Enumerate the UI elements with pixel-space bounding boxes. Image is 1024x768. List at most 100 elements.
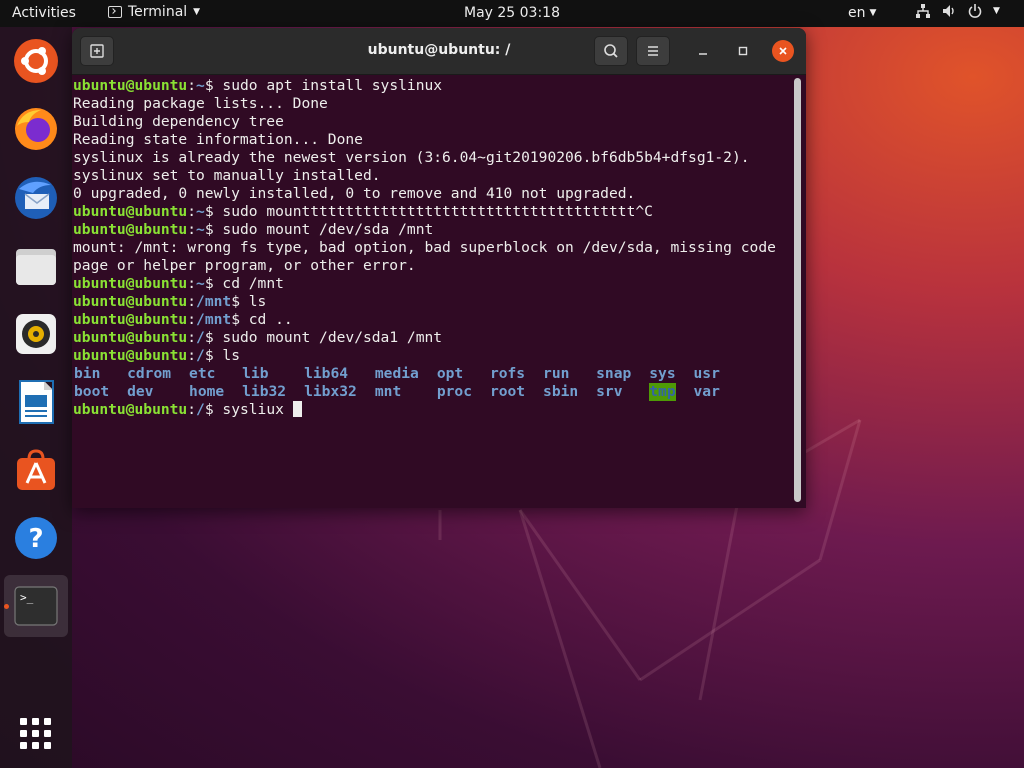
directory-entry: rofs	[489, 365, 526, 382]
dock: ? >_	[0, 27, 72, 768]
directory-entry: libx32	[304, 383, 357, 400]
command-text: ls	[222, 347, 240, 364]
directory-entry: dev	[127, 383, 154, 400]
search-icon	[604, 44, 618, 58]
app-menu-label: Terminal	[128, 4, 188, 20]
prompt-path: /	[196, 347, 205, 364]
dock-thunderbird-icon[interactable]	[12, 174, 60, 222]
app-menu[interactable]: Terminal ▼	[108, 4, 200, 20]
directory-entry: home	[189, 383, 225, 400]
directory-entry: lib32	[242, 383, 287, 400]
command-text: cd /mnt	[222, 275, 284, 292]
terminal-prompt-line: ubuntu@ubuntu:/mnt$ ls	[73, 293, 793, 311]
thunderbird-icon	[15, 177, 57, 219]
terminal-prompt-line: ubuntu@ubuntu:~$ sudo apt install syslin…	[73, 77, 793, 95]
directory-entry: mnt	[374, 383, 402, 400]
document-icon	[19, 380, 54, 424]
command-text: cd ..	[248, 311, 293, 328]
terminal-output-line: mount: /mnt: wrong fs type, bad option, …	[73, 239, 776, 256]
help-icon: ?	[15, 517, 57, 559]
directory-entry: snap	[596, 365, 632, 382]
prompt-separator: :	[187, 203, 197, 220]
activities-button[interactable]: Activities	[12, 5, 76, 21]
maximize-icon	[738, 46, 748, 56]
shopping-bag-icon	[17, 449, 55, 490]
directory-entry: lib	[242, 365, 269, 382]
dock-help-icon[interactable]: ?	[12, 514, 60, 562]
ls-output-row: bin cdrom etc lib lib64 media opt rofs run snap sy…	[73, 365, 793, 383]
terminal-prompt-line: ubuntu@ubuntu:~$ sudo mountttttttttttttt…	[73, 203, 793, 221]
terminal-prompt-line: ubuntu@ubuntu:/$ ls	[73, 347, 793, 365]
prompt-user: ubuntu@ubuntu	[73, 221, 188, 238]
prompt-path: ~	[196, 77, 205, 94]
dock-libreoffice-writer-icon[interactable]	[12, 378, 60, 426]
show-applications-icon[interactable]	[12, 710, 60, 758]
directory-entry: media	[374, 365, 419, 382]
directory-entry: root	[489, 383, 526, 400]
scrollbar[interactable]	[794, 78, 801, 502]
command-text: sudo apt install syslinux	[222, 77, 443, 94]
directory-entry: usr	[693, 365, 720, 382]
language-label: en	[848, 5, 866, 21]
prompt-symbol: $	[204, 77, 223, 94]
prompt-path: /	[196, 329, 205, 346]
search-button[interactable]	[594, 36, 628, 66]
terminal-output-line: syslinux is already the newest version (…	[73, 149, 750, 166]
close-icon	[779, 47, 787, 55]
terminal-prompt-line: ubuntu@ubuntu:/mnt$ cd ..	[73, 311, 793, 329]
directory-entry: srv	[596, 383, 623, 400]
directory-entry: boot	[74, 383, 110, 400]
clock[interactable]: May 25 03:18	[464, 5, 560, 21]
dock-rhythmbox-icon[interactable]	[12, 310, 60, 358]
prompt-separator: :	[187, 293, 197, 310]
language-selector[interactable]: en ▼	[848, 5, 876, 21]
prompt-path: ~	[196, 275, 205, 292]
directory-entry: tmp	[649, 383, 676, 401]
dock-terminal-icon[interactable]: >_	[12, 582, 60, 630]
directory-entry: var	[693, 383, 720, 400]
menu-button[interactable]	[636, 36, 670, 66]
prompt-path: /	[196, 401, 205, 418]
prompt-symbol: $	[204, 329, 223, 346]
svg-text:?: ?	[28, 524, 43, 554]
minimize-button[interactable]	[692, 40, 714, 62]
prompt-symbol: $	[231, 293, 249, 310]
prompt-path: /mnt	[196, 311, 232, 328]
terminal-window[interactable]: ubuntu@ubuntu: / ubuntu@ubuntu:~$ sudo a…	[72, 28, 806, 508]
terminal-icon	[108, 6, 122, 18]
maximize-button[interactable]	[732, 40, 754, 62]
new-tab-button[interactable]	[80, 36, 114, 66]
ubuntu-logo-icon	[14, 39, 58, 83]
directory-entry: bin	[74, 365, 101, 382]
directory-entry: opt	[436, 365, 464, 382]
directory-entry: sys	[649, 365, 676, 382]
directory-entry: cdrom	[127, 365, 172, 382]
close-button[interactable]	[772, 40, 794, 62]
terminal-output[interactable]: ubuntu@ubuntu:~$ sudo apt install syslin…	[72, 75, 793, 508]
terminal-prompt-line: ubuntu@ubuntu:~$ sudo mount /dev/sda /mn…	[73, 221, 793, 239]
prompt-symbol: $	[204, 401, 223, 418]
terminal-icon: >_	[14, 586, 58, 626]
command-text: sudo mount /dev/sda /mnt	[222, 221, 434, 238]
prompt-symbol: $	[204, 221, 223, 238]
terminal-prompt-line: ubuntu@ubuntu:/$ sudo mount /dev/sda1 /m…	[73, 329, 793, 347]
dock-ubuntu-software-icon[interactable]	[12, 37, 60, 85]
new-tab-icon	[90, 44, 104, 58]
terminal-output-line: page or helper program, or other error.	[73, 257, 416, 274]
terminal-output-line: Reading package lists... Done	[73, 95, 328, 112]
directory-entry: run	[543, 365, 570, 382]
top-bar: Activities Terminal ▼ May 25 03:18 en ▼ …	[0, 0, 1024, 27]
command-text: sudo mounttttttttttttttttttttttttttttttt…	[222, 203, 653, 220]
network-icon	[916, 4, 930, 18]
system-tray[interactable]: ▼	[915, 3, 1000, 19]
dock-app-store-icon[interactable]	[12, 446, 60, 494]
grid-icon	[20, 718, 51, 749]
terminal-output-line: syslinux set to manually installed.	[73, 167, 381, 184]
dock-files-icon[interactable]	[12, 242, 60, 290]
title-bar[interactable]: ubuntu@ubuntu: /	[72, 28, 806, 75]
dock-firefox-icon[interactable]	[12, 105, 60, 153]
firefox-icon	[15, 108, 57, 150]
prompt-user: ubuntu@ubuntu	[73, 347, 188, 364]
prompt-separator: :	[187, 311, 197, 328]
prompt-user: ubuntu@ubuntu	[73, 203, 188, 220]
